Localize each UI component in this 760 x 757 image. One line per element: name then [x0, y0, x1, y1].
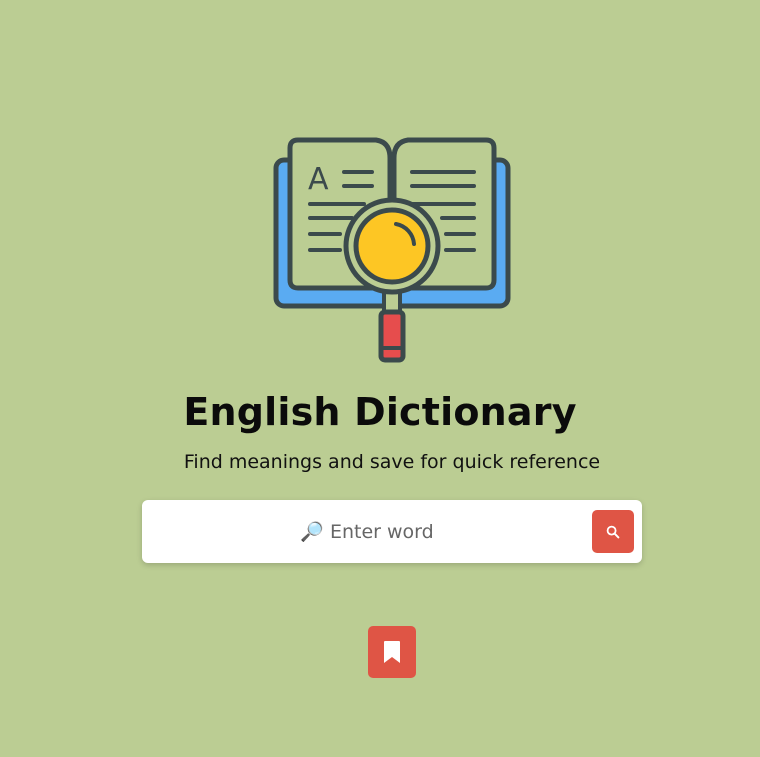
- logo-letter: A: [308, 162, 329, 197]
- search-button[interactable]: [592, 510, 634, 553]
- bookmarks-button[interactable]: [368, 626, 416, 678]
- bookmark-icon: [384, 641, 400, 663]
- search-bar: [142, 500, 642, 563]
- search-input[interactable]: [142, 500, 642, 563]
- search-icon: [606, 525, 620, 538]
- dictionary-logo-icon: A: [273, 137, 511, 363]
- page-subtitle: Find meanings and save for quick referen…: [183, 451, 601, 473]
- page-title: English Dictionary: [183, 390, 577, 434]
